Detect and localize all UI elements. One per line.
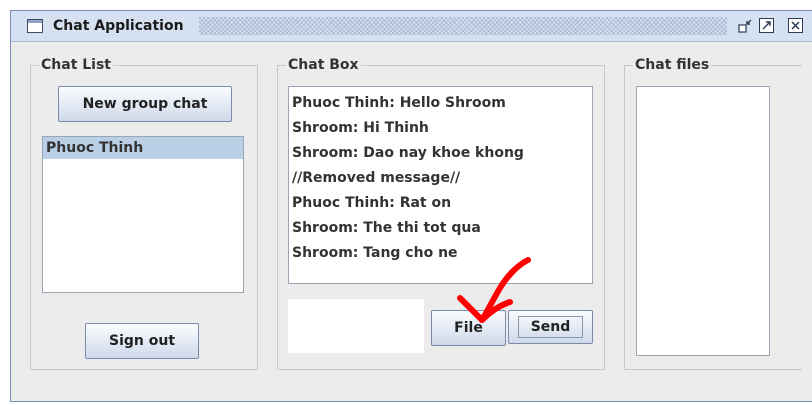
file-button[interactable]: File <box>431 310 506 346</box>
message-area[interactable]: Phuoc Thinh: Hello Shroom Shroom: Hi Thi… <box>288 86 593 284</box>
chat-list-item-selected[interactable]: Phuoc Thinh <box>43 137 243 159</box>
message: Shroom: Hi Thinh <box>292 120 429 136</box>
chat-files-list[interactable] <box>636 86 770 356</box>
chat-box-label: Chat Box <box>286 56 361 74</box>
title-bar-grip <box>199 17 727 35</box>
message: //Removed message// <box>292 170 461 186</box>
new-group-chat-button[interactable]: New group chat <box>58 86 232 122</box>
chat-files-label: Chat files <box>633 56 712 74</box>
chat-list[interactable]: Phuoc Thinh <box>42 136 244 293</box>
message: Shroom: Tang cho ne <box>292 245 458 261</box>
message: Phuoc Thinh: Hello Shroom <box>292 95 506 111</box>
window-title: Chat Application <box>53 18 184 34</box>
window-icon <box>27 19 43 33</box>
close-icon[interactable] <box>788 18 803 33</box>
title-bar[interactable]: Chat Application <box>11 11 812 42</box>
maximize-icon[interactable] <box>759 18 774 33</box>
send-button-label: Send <box>517 316 584 338</box>
sign-out-button[interactable]: Sign out <box>85 323 199 359</box>
message: Shroom: Dao nay khoe khong <box>292 145 524 161</box>
send-button[interactable]: Send <box>508 310 593 344</box>
chat-list-label: Chat List <box>39 56 113 74</box>
message: Shroom: The thi tot qua <box>292 220 481 236</box>
minimize-icon[interactable] <box>738 18 753 33</box>
message-input[interactable] <box>288 299 424 353</box>
message: Phuoc Thinh: Rat on <box>292 195 452 211</box>
